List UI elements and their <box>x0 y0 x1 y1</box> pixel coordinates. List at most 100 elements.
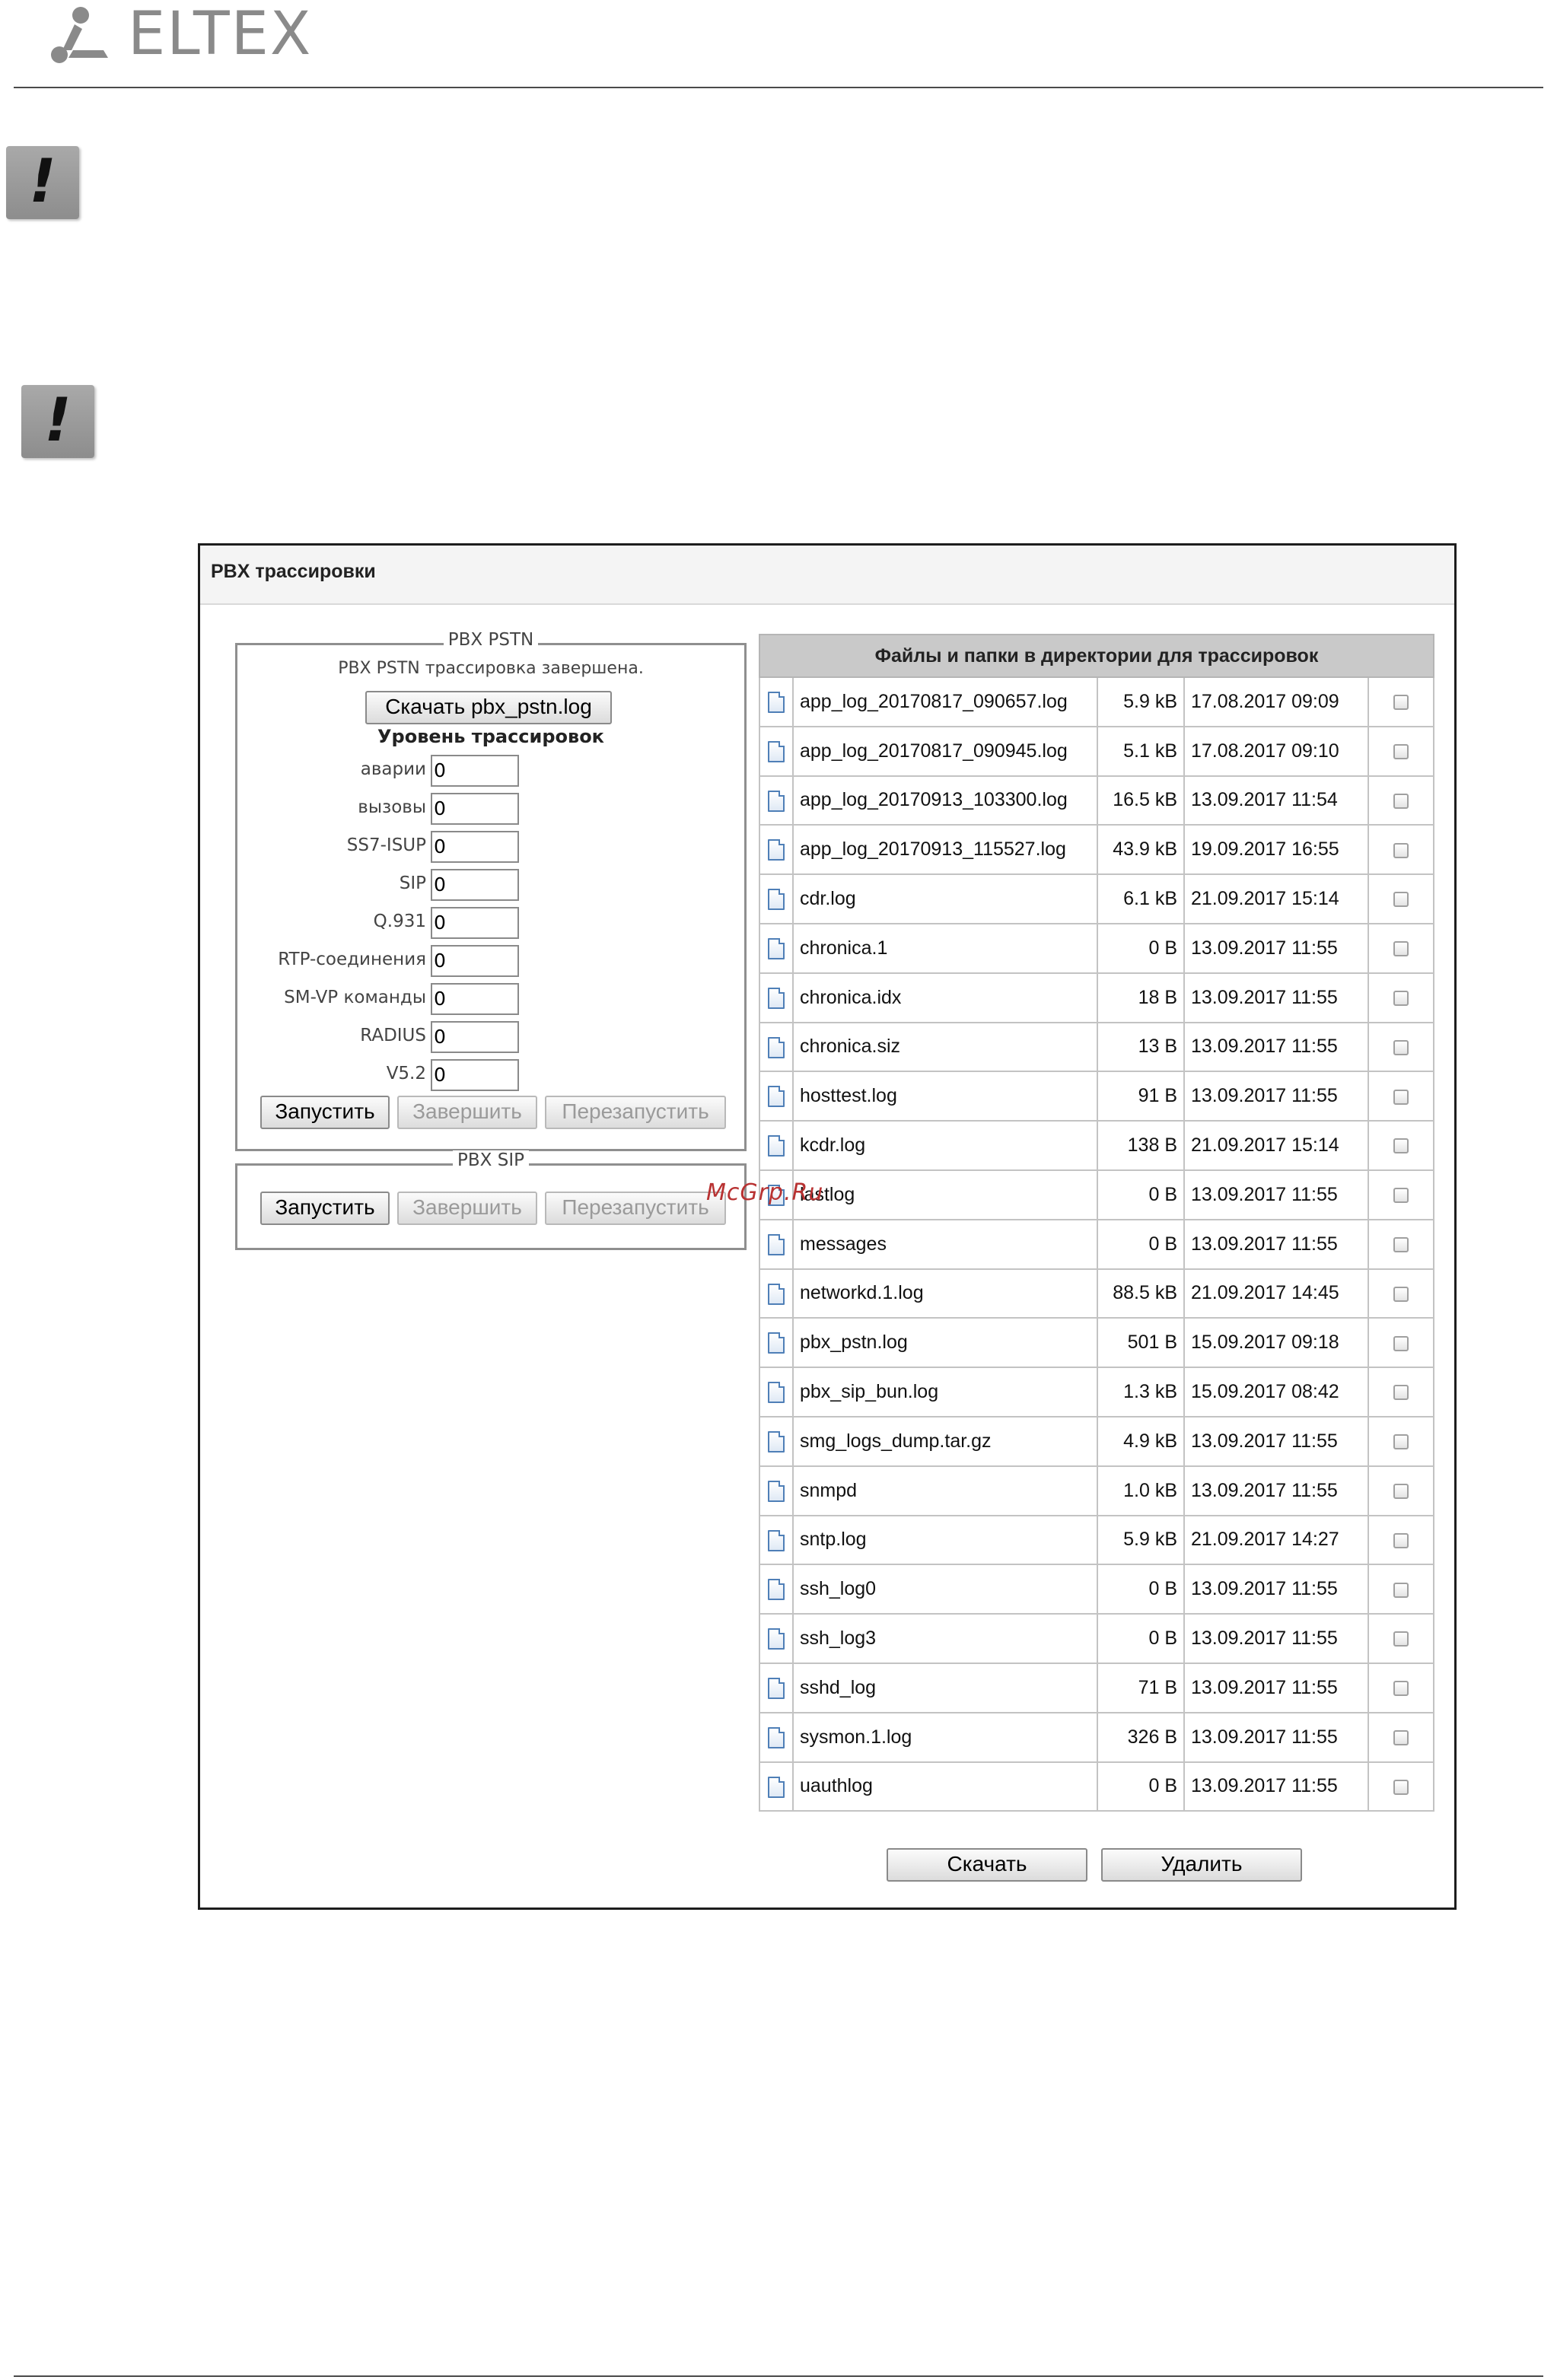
level-input-q931[interactable]: 0 <box>431 907 519 939</box>
download-pstn-log-button[interactable]: Скачать pbx_pstn.log <box>365 691 612 724</box>
level-input-rtp[interactable]: 0 <box>431 945 519 977</box>
sip-stop-button[interactable]: Завершить <box>397 1192 537 1225</box>
file-select-checkbox[interactable] <box>1393 744 1409 760</box>
level-input-v52[interactable]: 0 <box>431 1059 519 1091</box>
file-name[interactable]: ssh_log3 <box>792 1613 1098 1664</box>
sip-restart-button[interactable]: Перезапустить <box>545 1192 726 1225</box>
file-select-checkbox[interactable] <box>1393 1434 1409 1450</box>
file-name[interactable]: pbx_pstn.log <box>792 1317 1098 1369</box>
file-name[interactable]: sshd_log <box>792 1662 1098 1713</box>
file-size: 0 B <box>1097 1218 1185 1270</box>
level-input-ss7-isup[interactable]: 0 <box>431 831 519 863</box>
file-name[interactable]: chronica.1 <box>792 922 1098 974</box>
file-name[interactable]: sysmon.1.log <box>792 1711 1098 1763</box>
file-size: 326 B <box>1097 1711 1185 1763</box>
file-name[interactable]: app_log_20170817_090945.log <box>792 725 1098 777</box>
file-select-checkbox[interactable] <box>1393 1089 1409 1105</box>
table-row[interactable]: snmpd 1.0 kB 13.09.2017 11:55 <box>759 1465 1434 1516</box>
table-row[interactable]: chronica.siz 13 B 13.09.2017 11:55 <box>759 1021 1434 1073</box>
file-name[interactable]: chronica.siz <box>792 1021 1098 1073</box>
table-row[interactable]: networkd.1.log 88.5 kB 21.09.2017 14:45 <box>759 1268 1434 1319</box>
table-row[interactable]: uauthlog 0 B 13.09.2017 11:55 <box>759 1761 1434 1812</box>
file-select-checkbox[interactable] <box>1393 1188 1409 1204</box>
file-select-checkbox[interactable] <box>1393 793 1409 809</box>
file-select-checkbox[interactable] <box>1393 1385 1409 1401</box>
table-row[interactable]: lastlog 0 B 13.09.2017 11:55 <box>759 1169 1434 1220</box>
level-input-sm-vp[interactable]: 0 <box>431 983 519 1015</box>
header-divider <box>14 87 1543 88</box>
table-row[interactable]: cdr.log 6.1 kB 21.09.2017 15:14 <box>759 873 1434 924</box>
table-row[interactable]: ssh_log0 0 B 13.09.2017 11:55 <box>759 1564 1434 1615</box>
file-select-checkbox[interactable] <box>1393 1286 1409 1302</box>
file-select-checkbox[interactable] <box>1393 842 1409 858</box>
file-name[interactable]: messages <box>792 1218 1098 1270</box>
table-row[interactable]: smg_logs_dump.tar.gz 4.9 kB 13.09.2017 11:… <box>759 1415 1434 1467</box>
file-select-checkbox[interactable] <box>1393 1138 1409 1154</box>
file-date: 21.09.2017 15:14 <box>1183 873 1369 924</box>
delete-files-button[interactable]: Удалить <box>1101 1848 1302 1882</box>
table-row[interactable]: sshd_log 71 B 13.09.2017 11:55 <box>759 1662 1434 1713</box>
file-select-checkbox[interactable] <box>1393 1532 1409 1548</box>
document-icon <box>768 987 785 1009</box>
file-name[interactable]: cdr.log <box>792 873 1098 924</box>
table-row[interactable]: app_log_20170913_103300.log 16.5 kB 13.09.… <box>759 775 1434 826</box>
table-row[interactable]: pbx_pstn.log 501 B 15.09.2017 09:18 <box>759 1317 1434 1369</box>
file-select-checkbox[interactable] <box>1393 1484 1409 1500</box>
pstn-restart-button[interactable]: Перезапустить <box>545 1096 726 1129</box>
level-input-alarms[interactable]: 0 <box>431 755 519 787</box>
sip-start-button[interactable]: Запустить <box>260 1192 390 1225</box>
pstn-stop-button[interactable]: Завершить <box>397 1096 537 1129</box>
document-icon <box>768 1776 785 1798</box>
file-name[interactable]: app_log_20170913_115527.log <box>792 824 1098 876</box>
file-name[interactable]: smg_logs_dump.tar.gz <box>792 1415 1098 1467</box>
table-row[interactable]: chronica.idx 18 B 13.09.2017 11:55 <box>759 972 1434 1023</box>
table-row[interactable]: app_log_20170817_090657.log 5.9 kB 17.08.2… <box>759 676 1434 727</box>
file-date: 21.09.2017 15:14 <box>1183 1120 1369 1171</box>
level-input-sip[interactable]: 0 <box>431 869 519 901</box>
file-select-checkbox[interactable] <box>1393 1335 1409 1351</box>
table-row[interactable]: pbx_sip_bun.log 1.3 kB 15.09.2017 08:42 <box>759 1367 1434 1418</box>
download-files-button[interactable]: Скачать <box>887 1848 1087 1882</box>
table-row[interactable]: app_log_20170913_115527.log 43.9 kB 19.09.… <box>759 824 1434 876</box>
table-row[interactable]: hosttest.log 91 B 13.09.2017 11:55 <box>759 1071 1434 1122</box>
table-row[interactable]: chronica.1 0 B 13.09.2017 11:55 <box>759 922 1434 974</box>
file-name[interactable]: app_log_20170817_090657.log <box>792 676 1098 727</box>
file-date: 21.09.2017 14:45 <box>1183 1268 1369 1319</box>
table-row[interactable]: sysmon.1.log 326 B 13.09.2017 11:55 <box>759 1711 1434 1763</box>
file-select-checkbox[interactable] <box>1393 1582 1409 1598</box>
pstn-legend: PBX PSTN <box>443 630 539 650</box>
file-name[interactable]: kcdr.log <box>792 1120 1098 1171</box>
file-select-checkbox[interactable] <box>1393 1730 1409 1746</box>
file-name[interactable]: lastlog <box>792 1169 1098 1220</box>
table-row[interactable]: app_log_20170817_090945.log 5.1 kB 17.08.2… <box>759 725 1434 777</box>
file-select-checkbox[interactable] <box>1393 1681 1409 1697</box>
file-select-checkbox[interactable] <box>1393 892 1409 908</box>
file-name[interactable]: snmpd <box>792 1465 1098 1516</box>
file-name[interactable]: sntp.log <box>792 1514 1098 1566</box>
file-name[interactable]: pbx_sip_bun.log <box>792 1367 1098 1418</box>
file-select-checkbox[interactable] <box>1393 1779 1409 1795</box>
table-row[interactable]: ssh_log3 0 B 13.09.2017 11:55 <box>759 1613 1434 1664</box>
file-name[interactable]: hosttest.log <box>792 1071 1098 1122</box>
file-name[interactable]: app_log_20170913_103300.log <box>792 775 1098 826</box>
level-input-radius[interactable]: 0 <box>431 1021 519 1053</box>
file-name[interactable]: chronica.idx <box>792 972 1098 1023</box>
level-input-calls[interactable]: 0 <box>431 793 519 825</box>
file-size: 16.5 kB <box>1097 775 1185 826</box>
file-date: 13.09.2017 11:55 <box>1183 1415 1369 1467</box>
table-row[interactable]: sntp.log 5.9 kB 21.09.2017 14:27 <box>759 1514 1434 1566</box>
table-row[interactable]: kcdr.log 138 B 21.09.2017 15:14 <box>759 1120 1434 1171</box>
table-row[interactable]: messages 0 B 13.09.2017 11:55 <box>759 1218 1434 1270</box>
file-name[interactable]: networkd.1.log <box>792 1268 1098 1319</box>
file-date: 13.09.2017 11:55 <box>1183 1218 1369 1270</box>
file-name[interactable]: uauthlog <box>792 1761 1098 1812</box>
file-name[interactable]: ssh_log0 <box>792 1564 1098 1615</box>
file-select-checkbox[interactable] <box>1393 1039 1409 1055</box>
file-select-checkbox[interactable] <box>1393 941 1409 957</box>
file-date: 13.09.2017 11:55 <box>1183 972 1369 1023</box>
file-select-checkbox[interactable] <box>1393 695 1409 711</box>
file-select-checkbox[interactable] <box>1393 991 1409 1007</box>
file-select-checkbox[interactable] <box>1393 1237 1409 1253</box>
file-select-checkbox[interactable] <box>1393 1631 1409 1647</box>
pstn-start-button[interactable]: Запустить <box>260 1096 390 1129</box>
